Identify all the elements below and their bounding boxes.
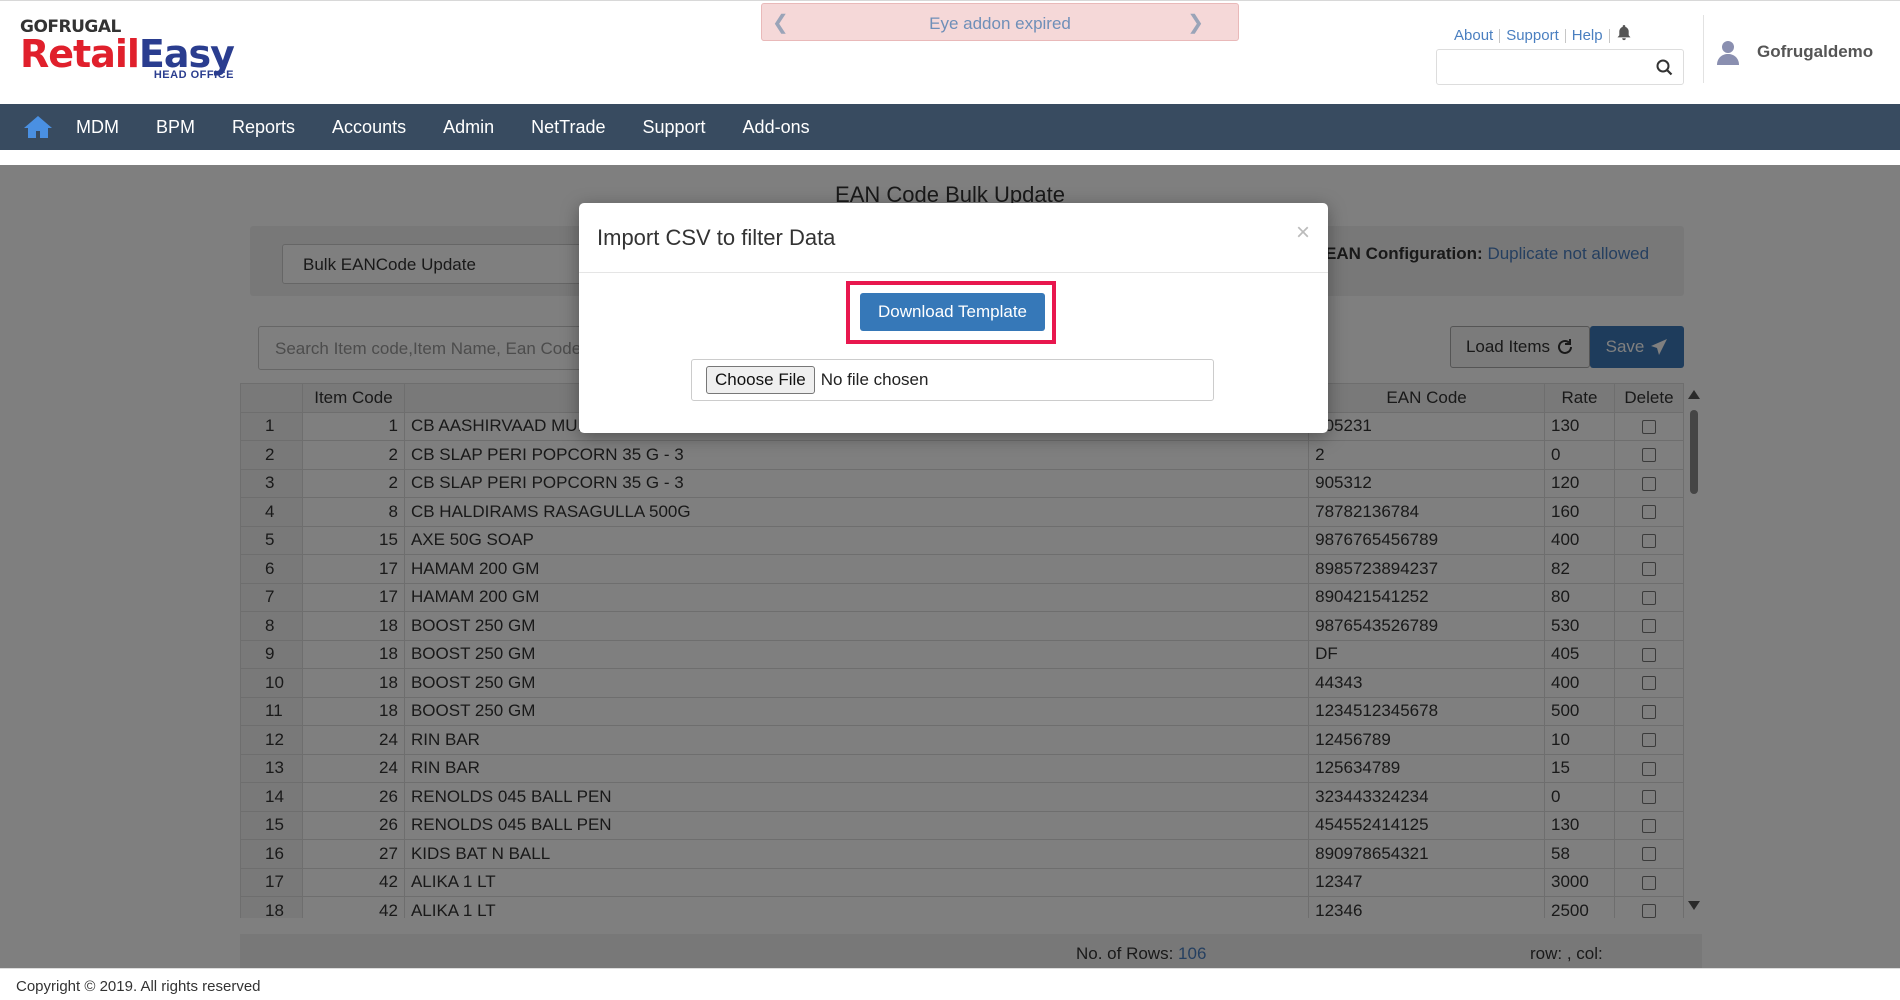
search-icon[interactable]: [1656, 59, 1673, 76]
help-link[interactable]: Help: [1566, 28, 1610, 43]
chevron-right-icon[interactable]: ❯: [1187, 10, 1204, 35]
nav-item-accounts[interactable]: Accounts: [332, 117, 406, 138]
main-nav: MDM BPM Reports Accounts Admin NetTrade …: [0, 104, 1900, 150]
bell-icon[interactable]: [1610, 25, 1631, 46]
user-menu[interactable]: Gofrugaldemo: [1715, 39, 1873, 65]
nav-item-reports[interactable]: Reports: [232, 117, 295, 138]
home-icon[interactable]: [22, 114, 54, 140]
global-search-input[interactable]: [1445, 58, 1645, 78]
about-link[interactable]: About: [1448, 28, 1501, 43]
banner-message[interactable]: Eye addon expired: [762, 14, 1238, 34]
user-avatar-icon: [1717, 41, 1739, 65]
file-input: Choose File No file chosen: [691, 359, 1214, 401]
top-links: About Support Help: [1448, 25, 1631, 46]
nav-item-support[interactable]: Support: [643, 117, 706, 138]
file-status: No file chosen: [820, 370, 929, 389]
copyright-text: Copyright © 2019. All rights reserved: [16, 978, 261, 995]
user-separator: [1703, 15, 1704, 83]
support-link[interactable]: Support: [1500, 28, 1566, 43]
username: Gofrugaldemo: [1757, 42, 1874, 61]
download-template-button[interactable]: Download Template: [860, 293, 1045, 331]
app-header: GOFRUGAL RetailEasy HEAD OFFICE ❮ Eye ad…: [0, 0, 1900, 104]
modal-title: Import CSV to filter Data: [597, 225, 836, 250]
modal-header: Import CSV to filter Data ×: [579, 203, 1328, 273]
nav-item-addons[interactable]: Add-ons: [743, 117, 810, 138]
nav-item-admin[interactable]: Admin: [443, 117, 494, 138]
global-search: [1436, 49, 1684, 85]
close-icon[interactable]: ×: [1296, 219, 1310, 247]
choose-file-button[interactable]: Choose File: [706, 366, 815, 394]
nav-item-nettrade[interactable]: NetTrade: [531, 117, 605, 138]
retaileasy-logo[interactable]: GOFRUGAL RetailEasy HEAD OFFICE: [20, 17, 235, 81]
nav-item-bpm[interactable]: BPM: [156, 117, 195, 138]
notification-banner: ❮ Eye addon expired ❯: [761, 3, 1239, 41]
footer: Copyright © 2019. All rights reserved: [0, 968, 1900, 1000]
brand-main: RetailEasy: [20, 32, 235, 76]
nav-item-mdm[interactable]: MDM: [76, 117, 119, 138]
import-csv-modal: Import CSV to filter Data × Download Tem…: [579, 203, 1328, 433]
